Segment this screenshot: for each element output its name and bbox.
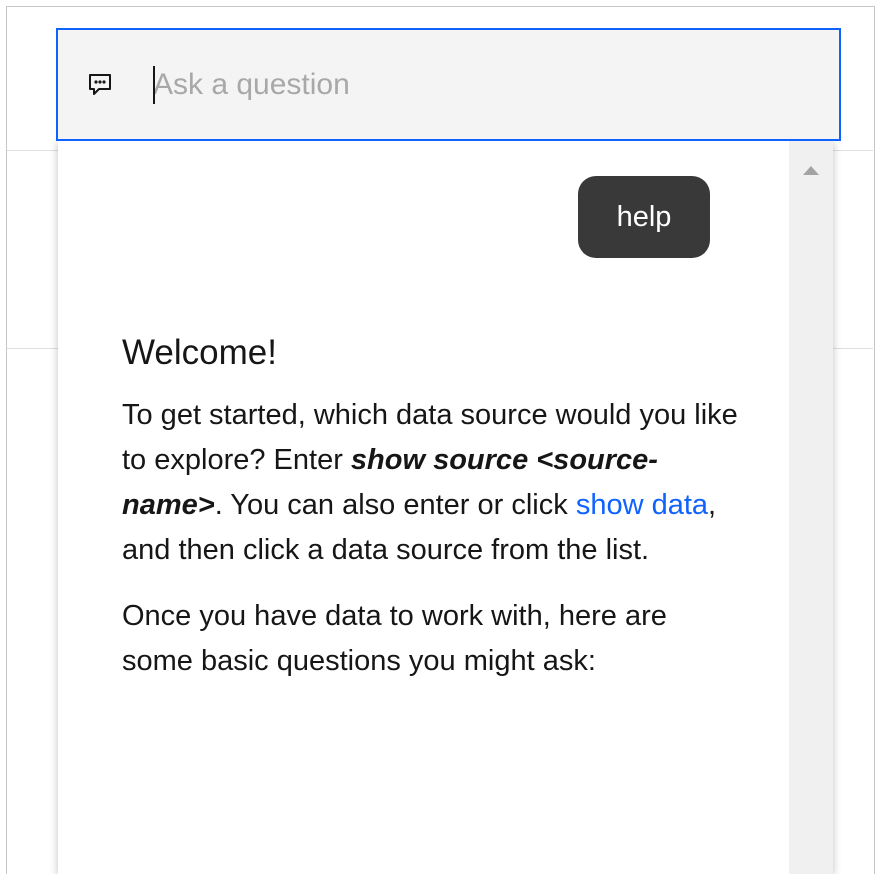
welcome-title: Welcome! (122, 333, 277, 372)
text-cursor (153, 66, 155, 104)
basic-questions-paragraph: Once you have data to work with, here ar… (122, 600, 667, 677)
scroll-up-arrow-icon[interactable] (803, 166, 819, 175)
paragraph-text: . You can also enter or click (214, 489, 576, 521)
getting-started-paragraph: To get started, which data source would … (122, 393, 742, 573)
question-search-bar[interactable] (56, 28, 841, 141)
show-data-link[interactable]: show data (576, 489, 708, 521)
panel-scrollbar[interactable] (789, 140, 833, 874)
user-message-bubble[interactable]: help (578, 176, 710, 258)
assistant-response: Welcome! To get started, which data sour… (122, 330, 742, 705)
conversation-panel: help Welcome! To get started, which data… (58, 140, 833, 874)
chat-bubble-icon (87, 72, 113, 98)
question-input[interactable] (153, 64, 813, 106)
user-message-text: help (616, 200, 672, 233)
